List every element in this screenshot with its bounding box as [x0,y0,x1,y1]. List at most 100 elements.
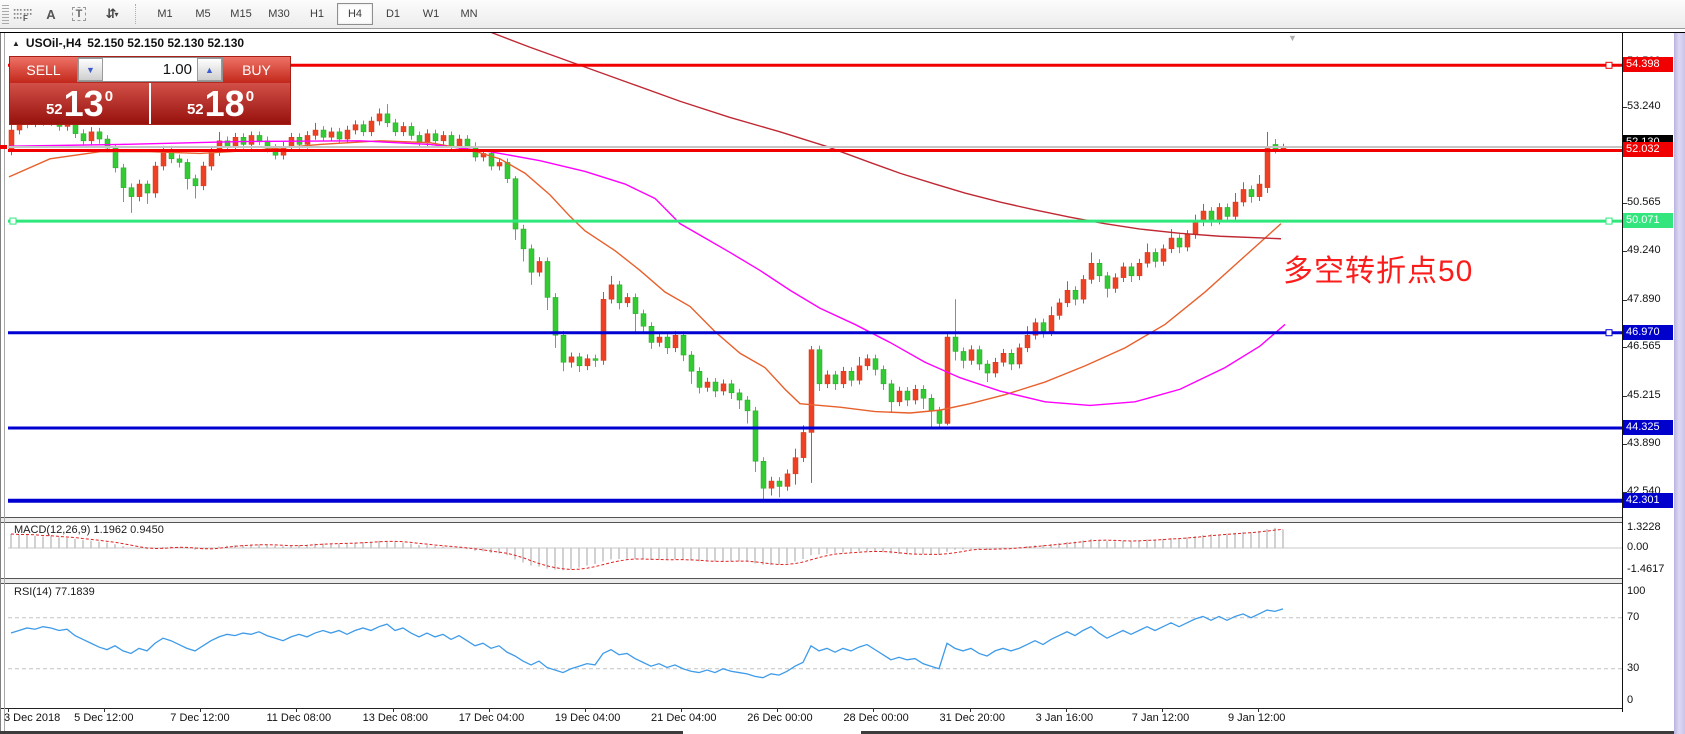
toolbar-grip[interactable] [2,4,9,24]
candle [193,179,198,186]
volume-decrease-button[interactable]: ▼ [78,58,103,81]
timeframe-button-M1[interactable]: M1 [147,3,183,25]
candle [1265,148,1270,187]
buy-price-int: 52 [187,101,204,118]
time-tick-label: 5 Dec 12:00 [74,712,133,724]
candle [1233,202,1238,216]
buy-button[interactable]: BUY [223,57,290,84]
window-left-edge [0,33,1,733]
dropdown-caret-icon[interactable]: ▾ [114,10,118,19]
candle [921,389,926,398]
price-level-badge-44.325: 44.325 [1623,420,1673,435]
candle [521,229,526,249]
text-label-icon[interactable]: A [38,2,64,26]
candle [329,132,334,137]
candle [1089,263,1094,279]
right-scrollbar-strip[interactable] [1674,33,1685,734]
candle [409,126,414,135]
buy-price-button[interactable]: 52 18 0 [151,83,290,124]
rsi-scale-label: 30 [1627,662,1639,674]
grid-dots-icon[interactable]: ⋯⋯⋯⋯⋯F [10,2,36,26]
macd-panel-separator[interactable] [0,517,1622,523]
candle [553,297,558,335]
candle [601,299,606,360]
candle [545,261,550,297]
volume-input[interactable] [103,58,197,81]
line-anchor-marker[interactable] [1606,62,1612,68]
left-price-marker [0,145,7,149]
chart-text-annotation[interactable]: 多空转折点50 [1283,246,1473,290]
candle [961,351,966,360]
candle [609,285,614,299]
chart-title: ▲ USOil-,H4 52.150 52.150 52.130 52.130 [12,36,244,50]
macd-panel[interactable] [8,528,1622,570]
text-box-icon[interactable]: T [66,2,92,26]
text-box-glyph: T [72,7,87,21]
candle [777,481,782,486]
timeframe-button-MN[interactable]: MN [451,3,487,25]
price-level-badge-54.398: 54.398 [1623,57,1673,72]
candle [649,326,654,342]
sell-price-button[interactable]: 52 13 0 [10,83,151,124]
price-scale[interactable]: 54.50053.24051.91550.56549.24047.89046.5… [1623,33,1674,733]
candle [1009,353,1014,364]
price-tick-label: 46.565 [1627,340,1661,352]
ohlc-values: 52.150 52.150 52.130 52.130 [87,36,244,50]
rsi-panel[interactable] [8,609,1622,678]
candle [705,382,710,387]
line-anchor-marker[interactable] [1606,330,1612,336]
candle [97,132,102,139]
candle [377,114,382,121]
price-level-badge-42.301: 42.301 [1623,493,1673,508]
line-anchor-marker[interactable] [10,218,16,224]
candle [569,357,574,362]
timeframe-button-M30[interactable]: M30 [261,3,297,25]
chart-left-edge [4,33,5,733]
candle [737,393,742,400]
timeframe-button-M5[interactable]: M5 [185,3,221,25]
rsi-panel-separator[interactable] [0,578,1622,584]
candle [433,134,438,141]
candle [993,362,998,373]
timeframe-button-H4[interactable]: H4 [337,3,373,25]
candle [153,166,158,193]
sell-price-pips: 13 [64,86,104,122]
candle [1153,252,1158,261]
candle [689,355,694,371]
buy-price-point: 0 [246,88,254,105]
candle [257,135,262,140]
sell-button[interactable]: SELL [10,57,77,84]
candle [1217,207,1222,220]
candle [881,369,886,383]
candle [441,135,446,140]
candle [137,184,142,197]
candle [1081,279,1086,299]
candle [833,375,838,384]
volume-increase-button[interactable]: ▲ [197,58,222,81]
candle [1073,290,1078,299]
candle [561,335,566,362]
candle [769,481,774,488]
timeframe-button-W1[interactable]: W1 [413,3,449,25]
candle [1025,335,1030,348]
arrows-tool-icon[interactable]: ⇵▾ [94,2,130,26]
line-anchor-marker[interactable] [1606,218,1612,224]
candle [1105,276,1110,289]
timeframe-button-D1[interactable]: D1 [375,3,411,25]
collapse-triangle-icon[interactable]: ▲ [12,39,20,48]
macd-scale-label: 1.3228 [1627,521,1661,533]
candle [425,134,430,143]
candle [1017,348,1022,364]
candle [1185,234,1190,247]
timeframe-button-H1[interactable]: H1 [299,3,335,25]
price-level-badge-52.032: 52.032 [1623,142,1673,157]
candle [857,366,862,380]
timeframe-button-M15[interactable]: M15 [223,3,259,25]
time-tick-label: 7 Dec 12:00 [170,712,229,724]
candle [537,261,542,272]
candle [681,335,686,355]
candle [1065,290,1070,303]
chart-shift-marker-icon[interactable]: ▼ [1288,33,1297,43]
rsi-scale-label: 100 [1627,585,1645,597]
sell-price-point: 0 [105,88,113,105]
